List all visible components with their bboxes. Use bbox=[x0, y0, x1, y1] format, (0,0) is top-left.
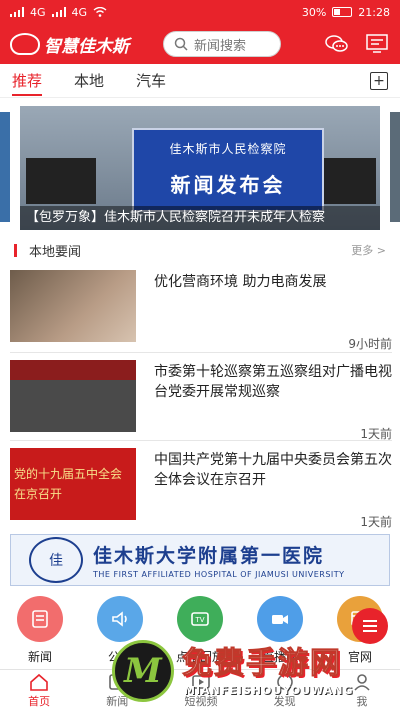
nav-discover[interactable]: 发现 bbox=[274, 673, 296, 709]
quick-link-label: 直播间 bbox=[261, 650, 298, 664]
signal-icon bbox=[10, 7, 24, 17]
quick-link-live[interactable]: 直播间 bbox=[246, 596, 314, 666]
video-camera-icon bbox=[257, 596, 303, 642]
quick-link-news[interactable]: 新闻 bbox=[6, 596, 74, 666]
ad-title: 佳木斯大学附属第一医院 bbox=[93, 545, 325, 567]
status-right: 30% 21:28 bbox=[302, 6, 390, 19]
nav-label: 发现 bbox=[273, 694, 296, 708]
search-icon bbox=[174, 37, 188, 51]
nav-label: 新闻 bbox=[106, 694, 129, 708]
floating-menu-button[interactable] bbox=[352, 608, 388, 644]
search-box[interactable]: 新闻搜索 bbox=[163, 31, 281, 57]
more-link[interactable]: 更多 > bbox=[351, 242, 386, 258]
banner-screen-line2: 新闻发布会 bbox=[170, 173, 286, 197]
menu-icon bbox=[363, 620, 377, 632]
logo-text: 智慧佳木斯 bbox=[44, 36, 129, 57]
nav-label: 我 bbox=[356, 694, 368, 708]
video-icon bbox=[192, 674, 210, 689]
app-header: 智慧佳木斯 新闻搜索 bbox=[0, 24, 400, 64]
add-channel-icon[interactable]: + bbox=[370, 72, 388, 90]
news-icon bbox=[109, 673, 126, 690]
clock: 21:28 bbox=[358, 5, 390, 19]
chat-icon[interactable] bbox=[324, 33, 350, 55]
nav-news[interactable]: 新闻 bbox=[106, 673, 128, 709]
signal-group: 4G 4G bbox=[10, 6, 107, 19]
news-thumbnail bbox=[10, 270, 136, 342]
user-icon bbox=[354, 673, 370, 691]
section-title: 本地要闻 bbox=[29, 244, 82, 260]
nav-label: 短视频 bbox=[184, 694, 218, 708]
banner-screen-line1: 佳木斯市人民检察院 bbox=[169, 142, 287, 156]
banner-tv-left bbox=[26, 158, 96, 204]
news-item[interactable]: 党的十九届五中全会在京召开 中国共产党第十九届中央委员会第五次全体会议在京召开 … bbox=[10, 448, 392, 530]
news-time: 9小时前 bbox=[348, 337, 392, 351]
quick-link-notice[interactable]: 公告 bbox=[86, 596, 154, 666]
hospital-logo-icon: 佳 bbox=[29, 537, 83, 583]
bottom-nav: 首页 新闻 短视频 发现 我 bbox=[0, 669, 400, 711]
carousel-next-slide[interactable] bbox=[390, 112, 400, 222]
search-placeholder: 新闻搜索 bbox=[194, 38, 247, 54]
news-item[interactable]: 优化营商环境 助力电商发展 9小时前 bbox=[10, 270, 392, 352]
news-icon bbox=[17, 596, 63, 642]
status-bar: 4G 4G 30% 21:28 bbox=[0, 0, 400, 24]
nav-short-video[interactable]: 短视频 bbox=[184, 673, 217, 709]
carousel-prev-slide[interactable] bbox=[0, 112, 10, 222]
network-type-1: 4G bbox=[30, 5, 46, 19]
nav-home[interactable]: 首页 bbox=[28, 673, 50, 709]
logo-mark-icon bbox=[10, 33, 40, 55]
news-headline: 中国共产党第十九届中央委员会第五次全体会议在京召开 bbox=[154, 452, 392, 488]
quick-link-label: 点播回放 bbox=[175, 650, 224, 664]
carousel-banner[interactable]: 佳木斯市人民检察院 新闻发布会 【包罗万象】佳木斯市人民检察院召开未成年人检察 bbox=[20, 106, 380, 230]
quick-link-replay[interactable]: TV 点播回放 bbox=[166, 596, 234, 666]
screen-icon[interactable] bbox=[364, 33, 390, 55]
channel-tabs: 推荐 本地 汽车 + bbox=[0, 64, 400, 98]
network-type-2: 4G bbox=[71, 5, 88, 19]
news-time: 1天前 bbox=[360, 515, 392, 529]
news-item[interactable]: 市委第十轮巡察第五巡察组对广播电视台党委开展常规巡察 1天前 bbox=[10, 360, 392, 442]
hospital-ad-banner[interactable]: 佳 佳木斯大学附属第一医院 THE FIRST AFFILIATED HOSPI… bbox=[10, 534, 390, 586]
banner-screen: 佳木斯市人民检察院 新闻发布会 bbox=[132, 128, 324, 212]
tab-recommend[interactable]: 推荐 bbox=[12, 64, 43, 98]
section-header: 本地要闻 更多 > bbox=[14, 240, 386, 260]
divider bbox=[10, 352, 392, 353]
svg-text:TV: TV bbox=[194, 616, 204, 624]
banner-caption: 【包罗万象】佳木斯市人民检察院召开未成年人检察 bbox=[20, 206, 380, 230]
ad-text: 佳木斯大学附属第一医院 THE FIRST AFFILIATED HOSPITA… bbox=[93, 541, 345, 579]
banner-tv-right bbox=[324, 158, 376, 204]
tv-icon: TV bbox=[177, 596, 223, 642]
tab-auto[interactable]: 汽车 bbox=[136, 64, 166, 98]
battery-icon bbox=[332, 7, 353, 17]
quick-link-label: 官网 bbox=[347, 650, 372, 664]
tab-local[interactable]: 本地 bbox=[74, 64, 104, 98]
quick-link-label: 新闻 bbox=[27, 650, 52, 664]
section-accent-bar bbox=[14, 243, 17, 257]
compass-icon bbox=[276, 673, 293, 690]
quick-links: 新闻 公告 TV 点播回放 直播间 官网 bbox=[0, 596, 400, 666]
speaker-icon bbox=[97, 596, 143, 642]
wifi-icon bbox=[93, 7, 107, 17]
battery-percent: 30% bbox=[301, 5, 327, 19]
home-icon bbox=[30, 673, 48, 691]
news-headline: 市委第十轮巡察第五巡察组对广播电视台党委开展常规巡察 bbox=[154, 364, 392, 400]
app-logo[interactable]: 智慧佳木斯 bbox=[10, 32, 129, 57]
news-thumbnail: 党的十九届五中全会在京召开 bbox=[10, 448, 136, 520]
signal-icon bbox=[51, 7, 66, 17]
news-headline: 优化营商环境 助力电商发展 bbox=[154, 274, 327, 290]
news-thumbnail bbox=[10, 360, 136, 432]
ad-subtitle: THE FIRST AFFILIATED HOSPITAL OF JIAMUSI… bbox=[93, 570, 345, 579]
nav-label: 首页 bbox=[28, 694, 51, 708]
quick-link-label: 公告 bbox=[107, 650, 132, 664]
divider bbox=[10, 440, 392, 441]
nav-me[interactable]: 我 bbox=[352, 673, 372, 709]
